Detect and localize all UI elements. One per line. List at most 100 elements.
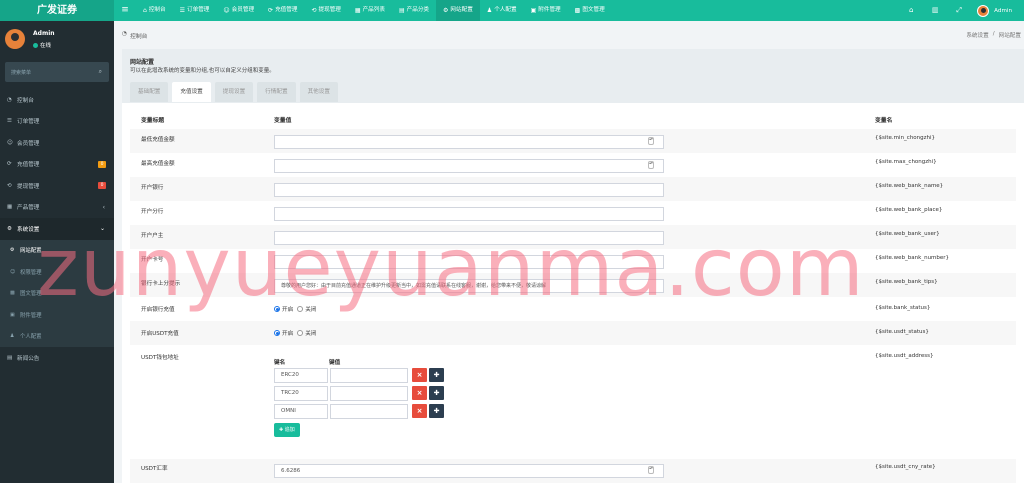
breadcrumb-home[interactable]: ◔ 控制台	[122, 31, 147, 40]
sidebar-subitem-image-text[interactable]: ▩ 图文管理	[0, 283, 114, 305]
topnav-item-6[interactable]: ▤ 产品分类	[392, 0, 436, 21]
menu-toggle-icon[interactable]: ≡	[114, 0, 136, 21]
tab-withdraw[interactable]: 提现设置	[214, 82, 254, 102]
remove-icon[interactable]: ×	[412, 386, 427, 400]
sidebar-item-label: 充值管理	[17, 162, 40, 169]
remove-icon[interactable]: ×	[412, 368, 427, 382]
tab-basic[interactable]: 基础配置	[130, 82, 169, 102]
row-label: USDT汇率	[141, 466, 168, 472]
kv-value-input[interactable]	[330, 368, 408, 383]
row-varname: {$site.web_bank_name}	[875, 183, 944, 189]
dashboard-icon: ⌂	[143, 7, 147, 14]
product-icon: ▦	[7, 204, 13, 211]
breadcrumb-link-system[interactable]: 系统设置	[966, 31, 988, 39]
row-varname: {$site.min_chongzhi}	[875, 135, 936, 141]
user-menu[interactable]: Admin	[971, 4, 1024, 17]
topnav-item-1[interactable]: ☰ 订单管理	[173, 0, 217, 21]
drag-move-icon[interactable]: ✚	[429, 386, 444, 400]
topnav-label: 附件管理	[538, 7, 561, 13]
tab-other[interactable]: 其他设置	[299, 82, 338, 102]
sidebar-subitem-profile[interactable]: ♟ 个人配置	[0, 326, 114, 348]
sidebar-subitem-site-config[interactable]: ⚙ 网站配置	[0, 240, 114, 262]
min-recharge-input[interactable]	[274, 135, 664, 149]
kv-append-button[interactable]: ✚ 追加	[274, 423, 300, 437]
panel-title: 网站配置	[130, 59, 155, 66]
sidebar-item-withdraw[interactable]: ⟲ 提现管理 0	[0, 175, 114, 197]
bank-branch-input[interactable]	[274, 207, 664, 221]
row-varname: {$site.web_bank_place}	[875, 207, 943, 213]
max-recharge-input[interactable]	[274, 159, 664, 173]
kv-value-input[interactable]	[330, 386, 408, 401]
bank-tips-input[interactable]: 尊敬的用户您好：由于目前充值通道正在维护升级更新当中，如需充值请联系在线客服，谢…	[274, 279, 664, 293]
sidebar-item-news[interactable]: ▤ 新闻公告	[0, 347, 114, 369]
attachment-icon: ▣	[10, 311, 15, 318]
drag-move-icon[interactable]: ✚	[429, 368, 444, 382]
sidebar-subitem-label: 图文管理	[20, 291, 42, 298]
tab-recharge[interactable]: 充值设置	[172, 82, 211, 102]
drag-move-icon[interactable]: ✚	[429, 404, 444, 418]
radio-off[interactable]	[297, 306, 304, 312]
topnav-label: 提现管理	[318, 7, 341, 13]
topnav-item-8[interactable]: ♟ 个人配置	[480, 0, 524, 21]
fullscreen-icon[interactable]: ⤢	[947, 0, 971, 21]
kv-key-input[interactable]: ERC20	[274, 368, 328, 383]
tab-market[interactable]: 行情配置	[257, 82, 296, 102]
radio-on[interactable]	[274, 306, 280, 312]
bank-status-radio-group: 开启 关闭	[274, 305, 316, 313]
sidebar-item-orders[interactable]: ☰ 订单管理	[0, 111, 114, 133]
sidebar-subitem-permissions[interactable]: ☺ 权限管理	[0, 261, 114, 283]
list-icon: ☰	[7, 118, 12, 125]
attachment-icon: ▣	[530, 7, 537, 14]
row-varname: {$site.usdt_address}	[875, 353, 934, 359]
top-nav: ≡ ⌂ 控制台 ☰ 订单管理 ☺ 会员管理 ⟳ 充值管理 ⟲ 提现管理 ▦ 产品列表 ▤ 产品分类 ⚙ 网站配…	[114, 0, 612, 21]
number-spinner-icon[interactable]: ▴▾	[648, 137, 654, 145]
topnav-label: 会员管理	[231, 7, 255, 13]
topnav-label: 网站配置	[450, 7, 473, 13]
number-spinner-icon[interactable]: ▴▾	[648, 161, 654, 169]
topnav-item-0[interactable]: ⌂ 控制台	[136, 0, 173, 21]
topnav-item-4[interactable]: ⟲ 提现管理	[304, 0, 347, 21]
topnav-item-5[interactable]: ▦ 产品列表	[348, 0, 392, 21]
sidebar-item-recharge[interactable]: ⟳ 充值管理 0	[0, 154, 114, 176]
row-label: 开户户主	[141, 233, 164, 239]
config-panel: 网站配置 可以在此增改系统的变量和分组,也可以自定义分组和变量。 基础配置 充值…	[122, 49, 1024, 483]
topnav-item-3[interactable]: ⟳ 充值管理	[261, 0, 304, 21]
kv-value-input[interactable]	[330, 404, 408, 419]
topnav-item-2[interactable]: ☺ 会员管理	[216, 0, 261, 21]
sidebar-item-products[interactable]: ▦ 产品管理 ‹	[0, 197, 114, 219]
sidebar-item-members[interactable]: ☺ 会员管理	[0, 132, 114, 154]
config-tabs: 基础配置 充值设置 提现设置 行情配置 其他设置	[130, 82, 338, 102]
table-row: USDT汇率 6.6286 ▴▾ {$site.usdt_cny_rate}	[130, 459, 1016, 483]
sidebar-user-name: Admin	[33, 30, 55, 37]
users-icon: ☺	[7, 139, 13, 146]
search-icon[interactable]: ⌕	[99, 68, 102, 76]
sidebar-item-system-settings[interactable]: ⚙ 系统设置 ⌄	[0, 218, 114, 240]
radio-on[interactable]	[274, 330, 280, 336]
sidebar-item-dashboard[interactable]: ◔ 控制台	[0, 89, 114, 111]
search-input[interactable]: 搜索菜单 ⌕	[5, 62, 109, 82]
breadcrumb-path: 系统设置 / 网站配置	[966, 31, 1021, 39]
sidebar-subitem-attachments[interactable]: ▣ 附件管理	[0, 304, 114, 326]
radio-off[interactable]	[297, 330, 304, 336]
trash-icon[interactable]: ▥	[923, 0, 947, 21]
number-spinner-icon[interactable]: ▴▾	[648, 466, 654, 474]
topnav-item-10[interactable]: ▩ 图文管理	[568, 0, 612, 21]
home-icon[interactable]: ⌂	[899, 0, 923, 21]
table-row: USDT钱包地址 键名 键值 ERC20 × ✚ TRC20 × ✚ OMNI …	[130, 345, 1016, 443]
bank-holder-input[interactable]	[274, 231, 664, 245]
kv-key-input[interactable]: TRC20	[274, 386, 328, 401]
topnav-item-9[interactable]: ▣ 附件管理	[524, 0, 568, 21]
radio-off-label: 关闭	[305, 331, 317, 337]
kv-key-input[interactable]: OMNI	[274, 404, 328, 419]
topnav-item-7[interactable]: ⚙ 网站配置	[436, 0, 480, 21]
bank-card-number-input[interactable]	[274, 255, 664, 269]
table-row: 开启银行充值 开启 关闭 {$site.bank_status}	[130, 297, 1016, 321]
brand-logo[interactable]: 广发证券	[0, 0, 114, 21]
usdt-rate-input[interactable]: 6.6286	[274, 464, 664, 478]
topnav-label: 图文管理	[582, 7, 605, 13]
remove-icon[interactable]: ×	[412, 404, 427, 418]
row-label: 开启USDT充值	[141, 331, 179, 337]
bank-name-input[interactable]	[274, 183, 664, 197]
row-varname: {$site.web_bank_tips}	[875, 279, 938, 285]
dashboard-icon: ◔	[7, 96, 12, 103]
